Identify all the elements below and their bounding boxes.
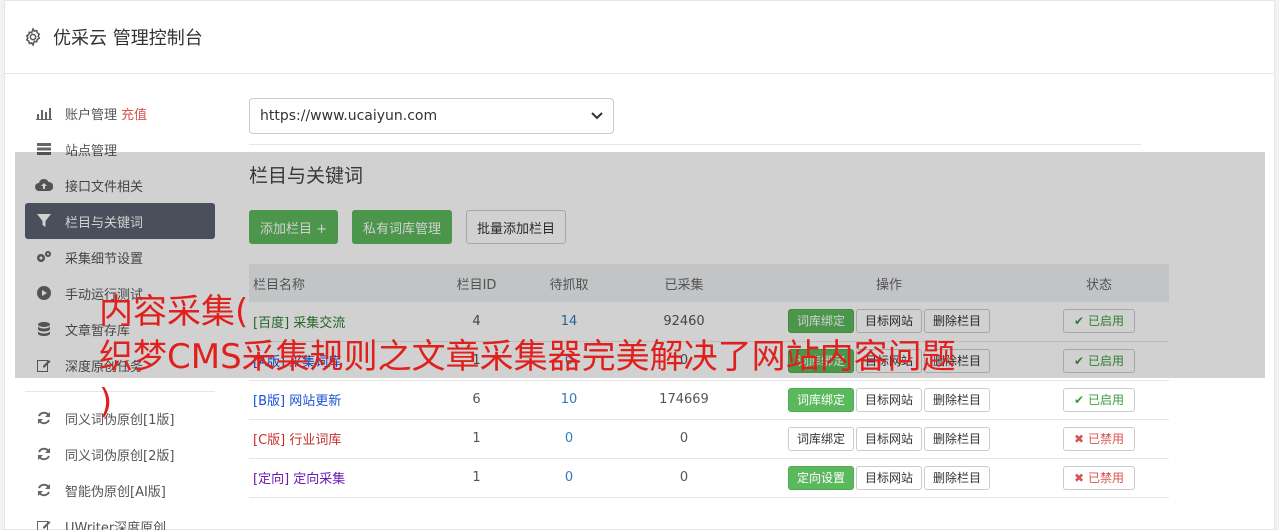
site-select-value: https://www.ucaiyun.com [260,108,438,124]
caption-line: 织梦CMS采集规则之文章采集器完美解决了网站内容问题 [99,337,956,377]
edit-icon [35,517,53,530]
table-row: [定向] 定向采集 1 0 0 定向设置 目标网站 删除栏目 ✖ 已禁用 [249,458,1169,497]
refresh-icon [35,445,53,463]
sidebar-item-ai[interactable]: 智能伪原创[AI版] [25,472,215,508]
sidebar-item-label: 同义词伪原创[2版] [65,448,175,464]
pending-cell[interactable]: 0 [519,458,619,497]
chevron-down-icon [591,112,603,120]
delete-column-button[interactable]: 删除栏目 [924,465,991,490]
cross-icon: ✖ [1074,431,1085,446]
status-label: 已禁用 [1087,431,1124,446]
bar-chart-icon [35,104,53,122]
bind-lexicon-button[interactable]: 定向设置 [787,465,854,490]
sidebar-item-label: UWriter深度原创 [65,520,167,530]
column-tag: [C版] [253,433,286,448]
status-toggle[interactable]: ✖ 已禁用 [1063,465,1135,490]
sidebar-item-synonym-v2[interactable]: 同义词伪原创[2版] [25,436,215,472]
recharge-link[interactable]: 充值 [121,104,147,123]
cross-icon: ✖ [1074,470,1085,485]
refresh-icon [35,409,53,427]
status-label: 已禁用 [1087,470,1124,485]
article-title-caption: 内容采集( 织梦CMS采集规则之文章采集器完美解决了网站内容问题) [99,290,1209,425]
actions-cell: 定向设置 目标网站 删除栏目 [749,458,1029,497]
delete-column-button[interactable]: 删除栏目 [924,426,991,451]
gear-icon [25,27,41,47]
status-toggle[interactable]: ✖ 已禁用 [1063,426,1135,451]
target-site-button[interactable]: 目标网站 [855,426,922,451]
refresh-icon [35,481,53,499]
divider [249,144,1141,145]
sidebar-item-uwriter[interactable]: UWriter深度原创 [25,508,215,530]
caption-line: 内容采集( [99,292,249,332]
bind-lexicon-button[interactable]: 词库绑定 [787,426,854,451]
column-id-cell: 1 [472,470,481,485]
status-cell: ✖ 已禁用 [1029,458,1169,497]
target-site-button[interactable]: 目标网站 [855,465,922,490]
collected-cell: 0 [679,470,689,485]
sidebar-item-label: 智能伪原创[AI版] [65,484,166,500]
column-name-cell: [定向] 定向采集 [249,458,434,497]
column-name-link[interactable]: 行业词库 [289,433,341,448]
column-tag: [定向] [253,472,290,487]
header: 优采云 管理控制台 [5,1,1274,74]
site-select[interactable]: https://www.ucaiyun.com [249,98,614,134]
column-name-link[interactable]: 定向采集 [293,472,345,487]
caption-line: ) [99,382,113,422]
page-title: 优采云 管理控制台 [53,28,203,49]
sidebar-item-account[interactable]: 账户管理 充值 [25,95,215,131]
sidebar-item-label: 账户管理 [65,107,118,123]
